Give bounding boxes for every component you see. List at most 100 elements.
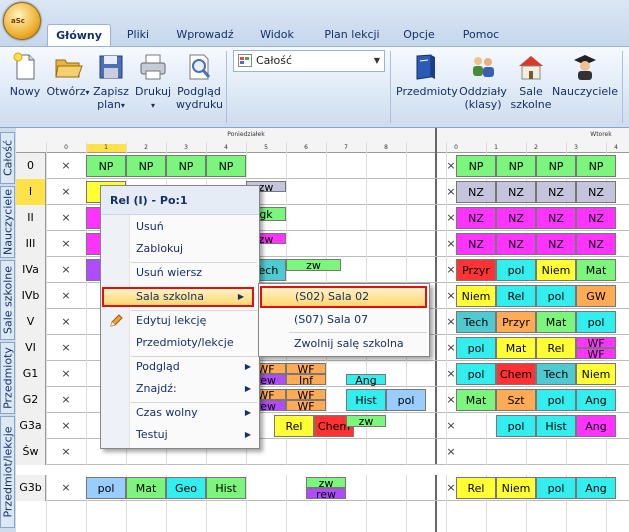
lesson-card[interactable]: pol	[496, 415, 536, 437]
open-button[interactable]: Otwórz▾	[46, 52, 90, 99]
lesson-card[interactable]: pol	[536, 285, 576, 307]
row-label[interactable]: IVb	[16, 283, 46, 309]
tab-widok[interactable]: Widok	[254, 24, 300, 46]
menu-item-preview[interactable]: Podgląd ▶	[101, 357, 259, 377]
lesson-card[interactable]: NZ	[496, 233, 536, 255]
row-label[interactable]: III	[16, 231, 46, 257]
lesson-card[interactable]: Hist	[346, 389, 386, 411]
lesson-card[interactable]: Mat	[496, 337, 536, 359]
lesson-card[interactable]: Hist	[536, 415, 576, 437]
row-label[interactable]: V	[16, 309, 46, 335]
lesson-card[interactable]: NZ	[456, 207, 496, 229]
submenu-item-free-room[interactable]: Zwolnij salę szkolna	[259, 334, 429, 354]
lesson-card[interactable]: zw	[306, 477, 346, 489]
lesson-card[interactable]: rew	[306, 488, 346, 500]
print-button[interactable]: Drukuj ▾	[132, 52, 174, 112]
lesson-card[interactable]: Niem	[576, 363, 616, 385]
lesson-card[interactable]: Hist	[206, 477, 246, 499]
menu-item-lock[interactable]: Zablokuj	[101, 239, 259, 259]
lesson-card[interactable]: WF	[286, 389, 326, 401]
lesson-card[interactable]: NP	[456, 155, 496, 177]
menu-item-free-time[interactable]: Czas wolny ▶	[101, 403, 259, 423]
lesson-card[interactable]: NZ	[456, 233, 496, 255]
lesson-card[interactable]: Chem	[496, 363, 536, 385]
lesson-card[interactable]: NZ	[496, 181, 536, 203]
tab-plan-lekcji[interactable]: Plan lekcji	[317, 24, 387, 46]
lesson-card[interactable]: WF	[576, 337, 616, 349]
menu-item-edit-lesson[interactable]: Edytuj lekcję	[101, 311, 259, 331]
lesson-card[interactable]: NZ	[576, 233, 616, 255]
lesson-card[interactable]: WF	[286, 400, 326, 412]
lesson-card[interactable]: Niem	[536, 259, 576, 281]
subjects-button[interactable]: Przedmioty	[396, 52, 458, 98]
app-menu-button[interactable]: aSc	[3, 2, 41, 40]
lesson-card[interactable]: WF	[576, 348, 616, 360]
row-label[interactable]: G3a	[16, 413, 46, 439]
lesson-card[interactable]: NZ	[536, 181, 576, 203]
row-label[interactable]: G1	[16, 361, 46, 387]
view-tab-all[interactable]: Całość	[0, 132, 15, 184]
lesson-card[interactable]: pol	[536, 389, 576, 411]
lesson-card[interactable]: Ang	[346, 374, 386, 386]
lesson-card[interactable]: NZ	[576, 181, 616, 203]
lesson-card[interactable]: pol	[576, 311, 616, 333]
view-tab-subjects[interactable]: Przedmioty	[0, 342, 15, 414]
lesson-card[interactable]: NP	[86, 155, 126, 177]
submenu-item-room-s07[interactable]: (S07) Sala 07	[259, 310, 429, 330]
view-tab-subject-lessons[interactable]: Przedmiot/lekcje	[0, 416, 15, 528]
lesson-card[interactable]: Mat	[536, 311, 576, 333]
lesson-card[interactable]: NP	[206, 155, 246, 177]
lesson-card[interactable]: GW	[576, 285, 616, 307]
lesson-card[interactable]: NZ	[576, 207, 616, 229]
row-label[interactable]: IVa	[16, 257, 46, 283]
row-label[interactable]: I	[16, 179, 46, 205]
tab-wprowadz[interactable]: Wprowadź	[170, 24, 240, 46]
classes-button[interactable]: Oddziały (klasy)	[458, 52, 508, 111]
row-label[interactable]: II	[16, 205, 46, 231]
lesson-card[interactable]: NZ	[496, 207, 536, 229]
lesson-card[interactable]: NZ	[456, 181, 496, 203]
lesson-card[interactable]: Inf	[286, 374, 326, 386]
tab-pomoc[interactable]: Pomoc	[455, 24, 507, 46]
lesson-card[interactable]: NZ	[536, 233, 576, 255]
lesson-card[interactable]: NP	[496, 155, 536, 177]
lesson-card[interactable]: zw	[286, 259, 341, 272]
menu-item-test[interactable]: Testuj ▶	[101, 425, 259, 445]
lesson-card[interactable]: Rel	[456, 477, 496, 499]
tab-glowny[interactable]: Główny	[47, 24, 111, 47]
row-label[interactable]: G2	[16, 387, 46, 413]
rooms-button[interactable]: Sale szkolne	[510, 52, 552, 111]
lesson-card[interactable]: pol	[86, 477, 126, 499]
lesson-card[interactable]: pol	[536, 477, 576, 499]
lesson-card[interactable]: pol	[386, 389, 426, 411]
lesson-card[interactable]: Rel	[496, 285, 536, 307]
lesson-card[interactable]: Ang	[576, 389, 616, 411]
lesson-card[interactable]: Szt	[496, 389, 536, 411]
menu-item-classroom[interactable]: Sala szkolna ▶	[102, 287, 254, 307]
lesson-card[interactable]: Przyr	[456, 259, 496, 281]
row-label[interactable]: G3b	[16, 475, 46, 501]
lesson-card[interactable]: Rel	[536, 337, 576, 359]
teachers-button[interactable]: Nauczyciele	[552, 52, 618, 98]
tab-pliki[interactable]: Pliki	[118, 24, 158, 46]
scope-dropdown[interactable]: Całość ▼	[233, 50, 385, 72]
row-label[interactable]: VI	[16, 335, 46, 361]
lesson-card[interactable]: NP	[166, 155, 206, 177]
lesson-card[interactable]: Geo	[166, 477, 206, 499]
view-tab-teachers[interactable]: Nauczyciele	[0, 186, 15, 258]
lesson-card[interactable]: zw	[346, 415, 386, 428]
menu-item-subject-lessons[interactable]: Przedmioty/lekcje	[101, 333, 259, 353]
lesson-card[interactable]: Ang	[576, 415, 616, 437]
lesson-card[interactable]: Tech	[456, 311, 496, 333]
row-label[interactable]: Św	[16, 439, 46, 465]
lesson-card[interactable]: Ang	[576, 477, 616, 499]
lesson-card[interactable]: Niem	[496, 477, 536, 499]
lesson-card[interactable]: pol	[496, 259, 536, 281]
lesson-card[interactable]: Mat	[126, 477, 166, 499]
lesson-card[interactable]: Tech	[536, 363, 576, 385]
lesson-card[interactable]: NP	[126, 155, 166, 177]
submenu-item-room-s02[interactable]: (S02) Sala 02	[260, 286, 427, 308]
lesson-card[interactable]: Rel	[274, 415, 314, 437]
lesson-card[interactable]: Mat	[456, 389, 496, 411]
lesson-card[interactable]: Niem	[456, 285, 496, 307]
